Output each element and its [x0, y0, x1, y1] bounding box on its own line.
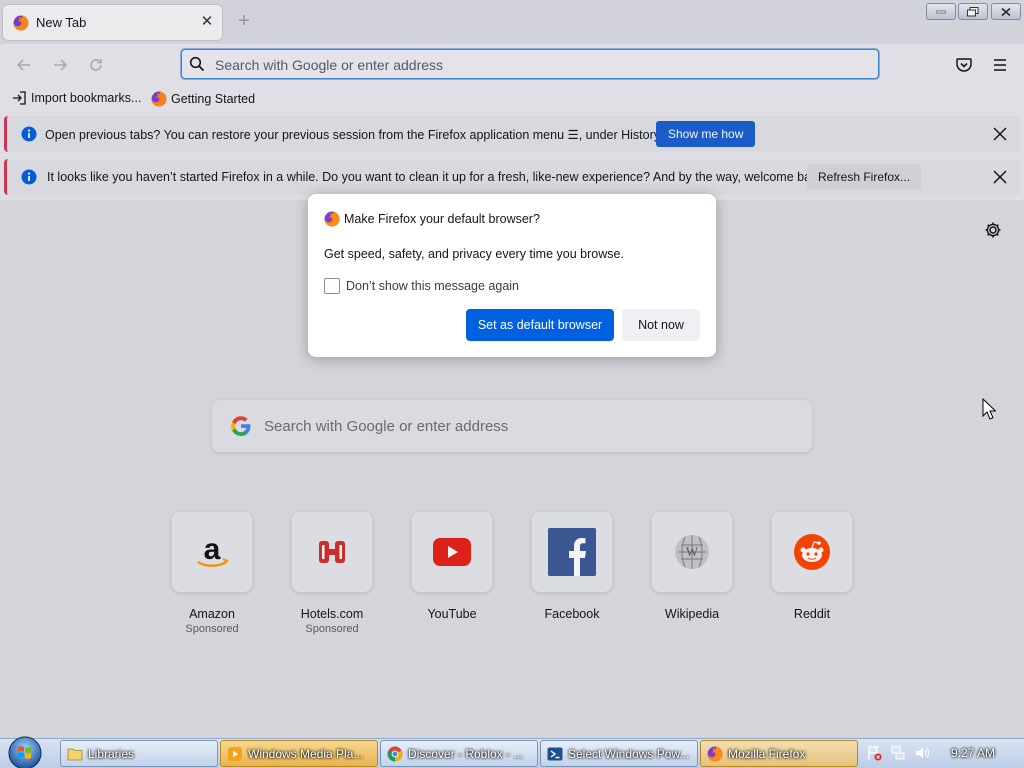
- set-default-browser-button[interactable]: Set as default browser: [466, 309, 614, 341]
- dont-show-again-label[interactable]: Don’t show this message again: [346, 279, 519, 293]
- taskbar-item-label: Select Windows Pow...: [568, 746, 690, 761]
- action-center-flag-icon[interactable]: [866, 745, 882, 761]
- taskbar-item-label: Libraries: [88, 746, 135, 761]
- taskbar-item-libraries[interactable]: Libraries: [60, 740, 218, 767]
- system-tray: 9:27 AM: [862, 740, 1024, 767]
- network-icon[interactable]: [890, 745, 906, 761]
- default-browser-dialog: Make Firefox your default browser? Get s…: [308, 194, 716, 357]
- chrome-icon: [387, 746, 403, 761]
- firefox-window: New Tab ✕ + Search with Google or enter …: [0, 0, 1024, 738]
- folder-icon: [67, 748, 83, 760]
- firefox-icon: [324, 211, 340, 227]
- taskbar-item-powershell[interactable]: Select Windows Pow...: [540, 740, 698, 767]
- dialog-body: Get speed, safety, and privacy every tim…: [324, 247, 624, 261]
- not-now-button[interactable]: Not now: [622, 309, 700, 341]
- taskbar-item-chrome[interactable]: Discover - Roblox - ...: [380, 740, 538, 767]
- taskbar: Libraries Windows Media Pla... Discover …: [0, 735, 1024, 768]
- taskbar-item-firefox[interactable]: Mozilla Firefox: [700, 740, 858, 767]
- taskbar-item-media-player[interactable]: Windows Media Pla...: [220, 740, 378, 767]
- modal-backdrop: [0, 0, 1024, 738]
- media-player-icon: [228, 746, 242, 761]
- start-button[interactable]: [6, 735, 44, 768]
- dont-show-again-checkbox[interactable]: [324, 278, 340, 294]
- taskbar-item-label: Windows Media Pla...: [248, 746, 364, 761]
- volume-icon[interactable]: [914, 745, 930, 761]
- powershell-icon: [547, 747, 563, 760]
- mouse-cursor-icon: [982, 398, 996, 420]
- taskbar-item-label: Discover - Roblox - ...: [408, 746, 524, 761]
- dialog-title: Make Firefox your default browser?: [344, 212, 540, 226]
- taskbar-item-label: Mozilla Firefox: [728, 746, 806, 761]
- firefox-icon: [707, 746, 723, 761]
- clock[interactable]: 9:27 AM: [951, 746, 995, 760]
